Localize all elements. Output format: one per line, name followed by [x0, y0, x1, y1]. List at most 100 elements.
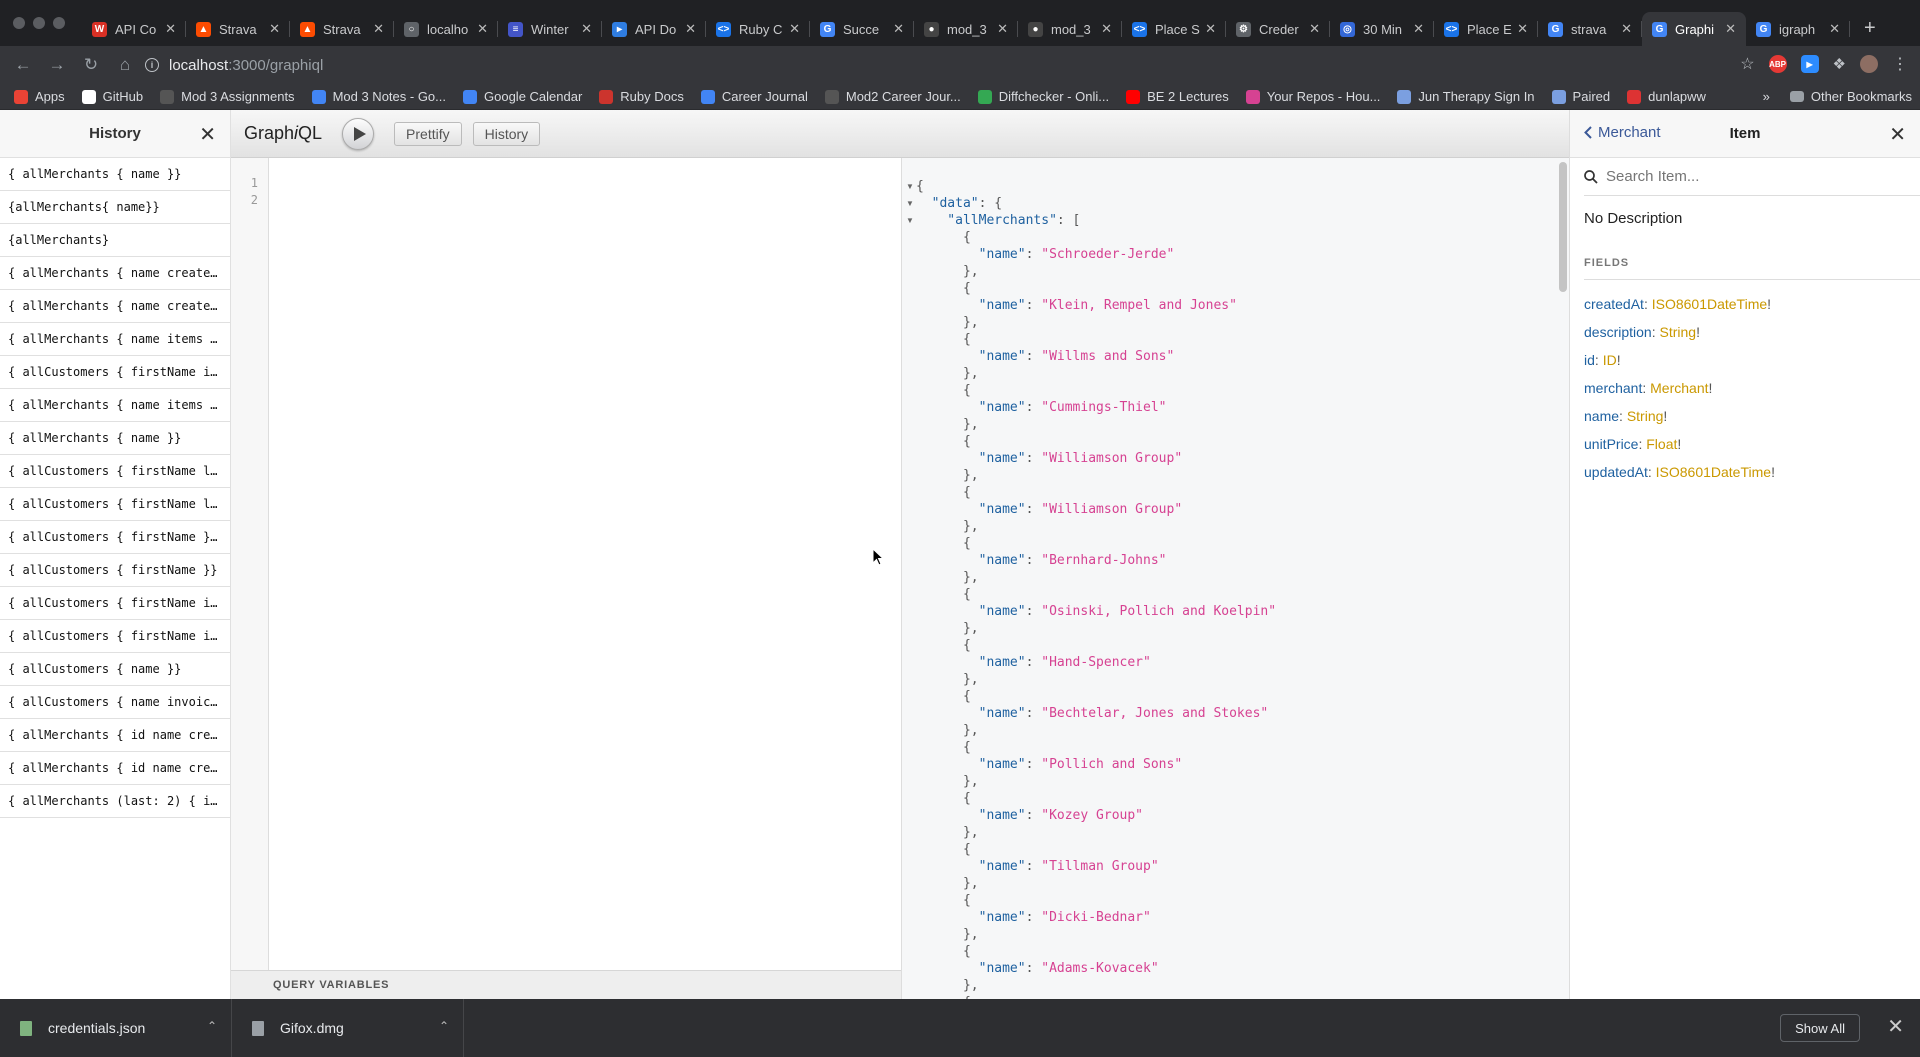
browser-tab[interactable]: <> Place E ✕ — [1434, 12, 1538, 46]
bookmark-item[interactable]: Google Calendar — [463, 89, 582, 104]
history-query-item[interactable]: { allCustomers { name }} — [0, 653, 230, 686]
history-query-item[interactable]: { allCustomers { firstName }} — [0, 554, 230, 587]
back-arrow-icon[interactable]: ← — [10, 55, 36, 75]
bookmark-item[interactable]: Apps — [14, 89, 65, 104]
result-scrollbar[interactable] — [1559, 162, 1567, 292]
browser-tab[interactable]: ⚙ Creder ✕ — [1226, 12, 1330, 46]
close-window-button[interactable] — [13, 17, 25, 29]
doc-back-link[interactable]: Merchant — [1584, 124, 1661, 141]
browser-tab[interactable]: ▲ Strava ✕ — [290, 12, 394, 46]
close-tab-icon[interactable]: ✕ — [1309, 21, 1320, 37]
history-query-item[interactable]: { allMerchants { name create… — [0, 257, 230, 290]
history-query-item[interactable]: { allMerchants { name }} — [0, 158, 230, 191]
history-query-item[interactable]: { allCustomers { firstName i… — [0, 620, 230, 653]
extensions-puzzle-icon[interactable]: ❖ — [1833, 55, 1846, 73]
new-tab-button[interactable]: + — [1864, 17, 1876, 40]
browser-tab[interactable]: ● mod_3 ✕ — [914, 12, 1018, 46]
close-tab-icon[interactable]: ✕ — [1517, 21, 1528, 37]
browser-tab[interactable]: ▸ API Do ✕ — [602, 12, 706, 46]
fold-toggle-icon[interactable]: ▼ — [906, 199, 914, 208]
maximize-window-button[interactable] — [53, 17, 65, 29]
close-tab-icon[interactable]: ✕ — [997, 21, 1008, 37]
show-all-downloads-button[interactable]: Show All — [1780, 1014, 1860, 1042]
close-tab-icon[interactable]: ✕ — [581, 21, 592, 37]
browser-tab[interactable]: <> Place S ✕ — [1122, 12, 1226, 46]
close-tab-icon[interactable]: ✕ — [477, 21, 488, 37]
bookmark-item[interactable]: Jun Therapy Sign In — [1397, 89, 1535, 104]
execute-query-button[interactable] — [342, 117, 375, 150]
bookmark-star-icon[interactable]: ☆ — [1740, 54, 1754, 74]
history-query-item[interactable]: { allMerchants { name items … — [0, 323, 230, 356]
profile-avatar[interactable] — [1860, 55, 1878, 73]
bookmark-item[interactable]: Mod2 Career Jour... — [824, 89, 961, 104]
download-item[interactable]: Gifox.dmg ⌃ — [232, 999, 464, 1057]
browser-tab[interactable]: G Graphi ✕ — [1642, 12, 1746, 46]
forward-arrow-icon[interactable]: → — [44, 55, 70, 75]
close-tab-icon[interactable]: ✕ — [373, 21, 384, 37]
bookmark-item[interactable]: Mod 3 Notes - Go... — [311, 89, 446, 104]
browser-tab[interactable]: ≡ Winter ✕ — [498, 12, 602, 46]
bookmark-item[interactable]: Paired — [1551, 89, 1610, 104]
history-query-item[interactable]: { allCustomers { firstName i… — [0, 356, 230, 389]
prettify-button[interactable]: Prettify — [394, 121, 462, 146]
field-type-link[interactable]: String — [1627, 408, 1664, 424]
field-name-link[interactable]: id — [1584, 352, 1595, 368]
history-query-item[interactable]: { allCustomers { firstName l… — [0, 455, 230, 488]
doc-search-input[interactable] — [1606, 168, 1906, 185]
field-type-link[interactable]: Float — [1646, 436, 1677, 452]
close-tab-icon[interactable]: ✕ — [1725, 21, 1736, 37]
field-name-link[interactable]: merchant — [1584, 380, 1642, 396]
field-name-link[interactable]: description — [1584, 324, 1652, 340]
adblock-extension-icon[interactable]: ABP — [1768, 55, 1787, 73]
close-tab-icon[interactable]: ✕ — [685, 21, 696, 37]
zoom-extension-icon[interactable]: ▶ — [1800, 55, 1819, 73]
browser-tab[interactable]: Gstrava ✕ — [1538, 12, 1642, 46]
home-icon[interactable]: ⌂ — [112, 55, 138, 75]
reload-icon[interactable]: ↻ — [78, 55, 104, 75]
browser-tab[interactable]: G Succe ✕ — [810, 12, 914, 46]
close-icon[interactable]: ✕ — [199, 122, 216, 147]
bookmark-item[interactable]: Diffchecker - Onli... — [977, 89, 1109, 104]
browser-tab[interactable]: ◎ 30 Min ✕ — [1330, 12, 1434, 46]
bookmark-item[interactable]: BE 2 Lectures — [1126, 89, 1229, 104]
field-type-link[interactable]: Merchant — [1650, 380, 1708, 396]
bookmark-item[interactable]: Career Journal — [700, 89, 808, 104]
close-tab-icon[interactable]: ✕ — [1621, 21, 1632, 37]
site-info-icon[interactable]: i — [145, 58, 159, 72]
field-type-link[interactable]: String — [1659, 324, 1696, 340]
address-bar[interactable]: i localhost:3000/graphiql — [145, 51, 1729, 79]
bookmark-item[interactable]: Your Repos - Hou... — [1245, 89, 1380, 104]
bookmark-item[interactable]: dunlapww — [1627, 89, 1706, 104]
more-bookmarks-chevron-icon[interactable]: » — [1763, 89, 1770, 104]
browser-tab[interactable]: Gigraph ✕ — [1746, 12, 1850, 46]
history-query-item[interactable]: { allCustomers { firstName i… — [0, 587, 230, 620]
close-tab-icon[interactable]: ✕ — [269, 21, 280, 37]
browser-tab[interactable]: <> Ruby C ✕ — [706, 12, 810, 46]
history-query-item[interactable]: { allMerchants { id name cre… — [0, 719, 230, 752]
close-tab-icon[interactable]: ✕ — [1205, 21, 1216, 37]
browser-tab[interactable]: ▲ Strava ✕ — [186, 12, 290, 46]
bookmark-item[interactable]: Ruby Docs — [599, 89, 684, 104]
query-editor[interactable]: 12 QUERY VARIABLES — [231, 158, 901, 999]
chevron-up-icon[interactable]: ⌃ — [207, 1019, 217, 1033]
field-type-link[interactable]: ID — [1603, 352, 1617, 368]
close-tab-icon[interactable]: ✕ — [1101, 21, 1112, 37]
fold-toggle-icon[interactable]: ▼ — [906, 216, 914, 225]
download-item[interactable]: credentials.json ⌃ — [0, 999, 232, 1057]
history-query-item[interactable]: { allMerchants { id name cre… — [0, 752, 230, 785]
query-variables-toggle[interactable]: QUERY VARIABLES — [231, 970, 901, 999]
field-name-link[interactable]: name — [1584, 408, 1619, 424]
close-tab-icon[interactable]: ✕ — [165, 21, 176, 37]
history-query-item[interactable]: { allMerchants (last: 2) { i… — [0, 785, 230, 818]
close-tab-icon[interactable]: ✕ — [893, 21, 904, 37]
field-name-link[interactable]: updatedAt — [1584, 464, 1648, 480]
other-bookmarks-folder[interactable]: Other Bookmarks — [1789, 89, 1912, 104]
minimize-window-button[interactable] — [33, 17, 45, 29]
history-button[interactable]: History — [472, 121, 541, 146]
bookmark-item[interactable]: GitHub — [81, 89, 143, 104]
field-type-link[interactable]: ISO8601DateTime — [1652, 296, 1767, 312]
close-tab-icon[interactable]: ✕ — [789, 21, 800, 37]
history-query-item[interactable]: { allCustomers { firstName }… — [0, 521, 230, 554]
field-name-link[interactable]: createdAt — [1584, 296, 1644, 312]
history-query-item[interactable]: { allCustomers { name invoic… — [0, 686, 230, 719]
